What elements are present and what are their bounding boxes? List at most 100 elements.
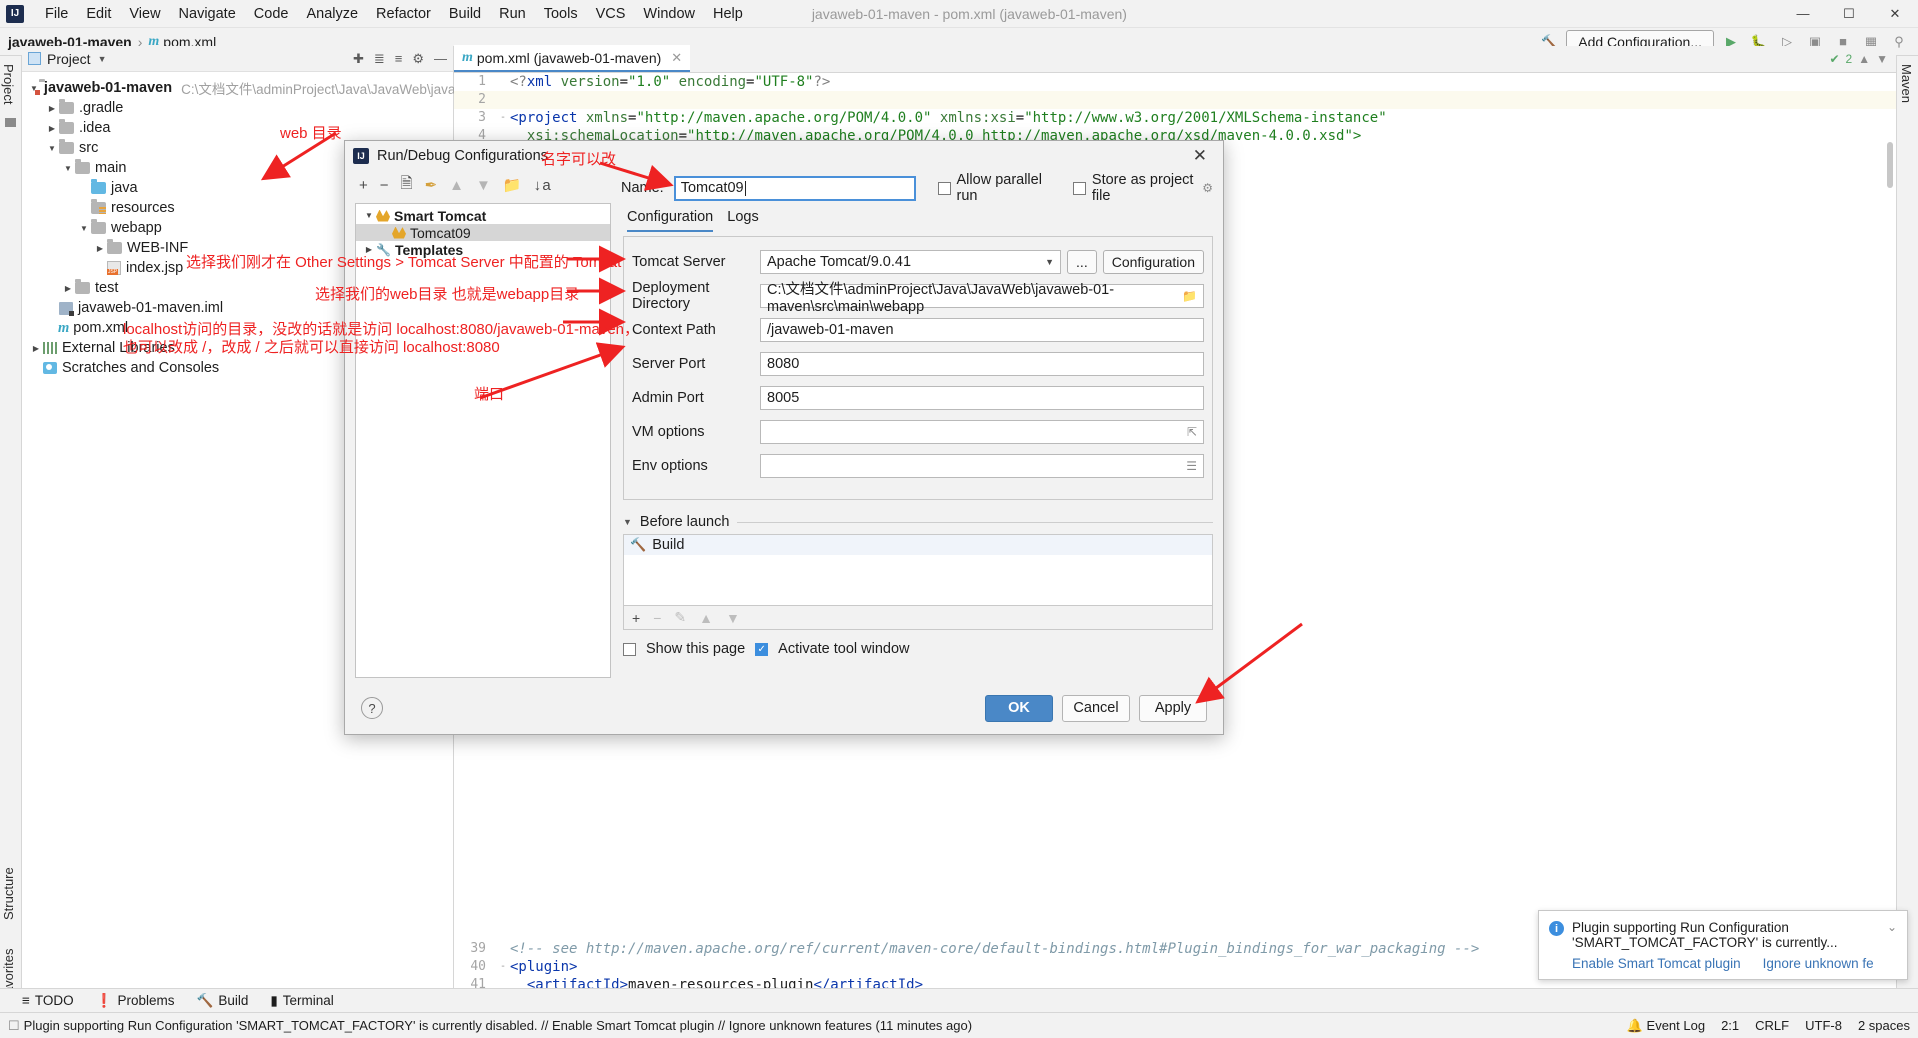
chevron-right-icon[interactable]: ▶ [62,284,74,293]
code-fold-icon[interactable] [496,73,510,91]
minimize-icon[interactable]: — [1780,0,1826,27]
settings-gear-icon[interactable]: ⚙ [412,51,424,67]
cancel-button[interactable]: Cancel [1062,694,1130,722]
browse-button-tomcat-server[interactable]: ... [1067,250,1097,274]
menu-refactor[interactable]: Refactor [367,4,440,24]
menu-build[interactable]: Build [440,4,490,24]
copy-icon[interactable]: 🗎 [401,173,413,198]
expand-icon[interactable]: ⇱ [1187,425,1197,439]
code-line[interactable]: 2 [454,91,1896,109]
expand-all-icon[interactable]: ≣ [374,51,385,67]
before-launch-item-build[interactable]: 🔨 Build [624,535,1212,555]
status-message[interactable]: Plugin supporting Run Configuration 'SMA… [24,1018,972,1033]
menu-file[interactable]: File [36,4,77,24]
menu-tools[interactable]: Tools [535,4,587,24]
toolwindow-terminal[interactable]: ▮ Terminal [270,993,333,1009]
caret-position[interactable]: 2:1 [1721,1018,1739,1033]
remove-icon[interactable]: − [653,610,661,626]
add-icon[interactable]: + [632,610,640,626]
add-icon[interactable]: + [359,177,368,194]
field-input-context-path[interactable]: /javaweb-01-maven [760,318,1204,342]
config-tree-node-tomcat09[interactable]: Tomcat09 [356,224,610,241]
indent-setting[interactable]: 2 spaces [1858,1018,1910,1033]
dialog-close-icon[interactable]: ✕ [1185,146,1215,166]
configuration-button[interactable]: Configuration [1102,250,1204,274]
field-input-server-port[interactable]: 8080 [760,352,1204,376]
field-input-tomcat-server[interactable]: Apache Tomcat/9.0.41 ▼ [760,250,1062,274]
tab-configuration[interactable]: Configuration [627,209,714,232]
toolwindow-build[interactable]: 🔨 Build [197,993,249,1009]
toolwindow-todo[interactable]: ≡ TODO [22,993,74,1008]
chevron-down-icon[interactable]: ▼ [623,517,632,527]
move-down-icon[interactable]: ▼ [476,177,491,194]
menu-edit[interactable]: Edit [77,4,120,24]
move-down-icon[interactable]: ▼ [726,610,740,626]
code-fold-icon[interactable]: - [496,958,510,976]
ignore-unknown-features-link[interactable]: Ignore unknown fe [1763,956,1874,971]
maximize-icon[interactable]: ☐ [1826,0,1872,27]
close-icon[interactable]: ✕ [1872,0,1918,27]
close-tab-icon[interactable]: ✕ [671,50,682,66]
move-up-icon[interactable]: ▲ [449,177,464,194]
event-log-button[interactable]: 🔔 Event Log [1627,1018,1705,1034]
inspection-widget[interactable]: ✔ 2 ▲ ▼ [1829,52,1888,66]
collapse-all-icon[interactable]: ≡ [395,51,403,66]
move-into-folder-icon[interactable]: 📁 [503,176,522,194]
code-fold-icon[interactable] [496,940,510,958]
rail-tab-maven[interactable]: Maven [1899,64,1914,103]
menu-window[interactable]: Window [634,4,704,24]
menu-view[interactable]: View [120,4,169,24]
tab-logs[interactable]: Logs [727,209,758,232]
file-encoding[interactable]: UTF-8 [1805,1018,1842,1033]
show-this-page-checkbox[interactable] [623,642,636,656]
rail-tab-structure[interactable]: Structure [1,867,16,920]
rail-tab-project[interactable]: Project [1,64,16,104]
chevron-down-icon[interactable]: ▼ [46,144,58,153]
chevron-down-icon[interactable]: ⌄ [1887,920,1897,950]
menu-navigate[interactable]: Navigate [170,4,245,24]
chevron-right-icon[interactable]: ▶ [30,344,42,353]
code-line[interactable]: 3- <project xmlns="http://maven.apache.or… [454,109,1896,127]
menu-vcs[interactable]: VCS [587,4,635,24]
field-input-env-options[interactable]: ☰ [760,454,1204,478]
remove-icon[interactable]: − [380,177,389,194]
apply-button[interactable]: Apply [1139,694,1207,722]
field-input-deployment-directory[interactable]: C:\文档文件\adminProject\Java\JavaWeb\javawe… [760,282,1204,315]
field-input-admin-port[interactable]: 8005 [760,386,1204,410]
line-separator[interactable]: CRLF [1755,1018,1789,1033]
move-up-icon[interactable]: ▲ [699,610,713,626]
store-as-project-file-checkbox[interactable]: Store as project file ⚙ [1072,172,1213,204]
tree-node-javaweb-01-maven[interactable]: ▼ javaweb-01-maven C:\文档文件\adminProject\Ja… [22,78,545,98]
chevron-down-icon[interactable]: ▼ [62,164,74,173]
allow-parallel-run-checkbox[interactable]: Allow parallel run [937,172,1051,204]
before-launch-header[interactable]: ▼ Before launch [623,514,1213,530]
name-input[interactable]: Tomcat09 [673,175,916,201]
configurations-tree[interactable]: ▼ Smart Tomcat Tomcat09 ▶ 🔧 Templates [355,203,611,678]
tree-node--idea[interactable]: ▶ .idea [22,118,453,138]
menu-analyze[interactable]: Analyze [297,4,367,24]
before-launch-list[interactable]: 🔨 Build [623,534,1213,606]
chevron-down-icon[interactable]: ▼ [78,224,90,233]
code-line[interactable]: 1 <?xml version="1.0" encoding="UTF-8"?> [454,73,1896,91]
locate-icon[interactable]: ✚ [353,51,364,67]
menu-help[interactable]: Help [704,4,752,24]
editor-tab-pom-xml[interactable]: m pom.xml (javaweb-01-maven) ✕ [454,45,691,72]
chevron-down-icon[interactable]: ▼ [1045,257,1054,267]
menu-run[interactable]: Run [490,4,535,24]
enable-smart-tomcat-plugin-link[interactable]: Enable Smart Tomcat plugin [1572,956,1741,971]
editor-scrollbar[interactable] [1887,142,1893,188]
chevron-right-icon[interactable]: ▶ [46,104,58,113]
chevron-right-icon[interactable]: ▶ [46,124,58,133]
help-button[interactable]: ? [361,697,383,719]
code-fold-icon[interactable] [496,91,510,109]
folder-icon[interactable]: 📁 [1182,289,1197,303]
code-viewport-top[interactable]: 1 <?xml version="1.0" encoding="UTF-8"?> 2… [454,73,1896,145]
chevron-down-icon[interactable]: ▼ [98,54,107,64]
hide-icon[interactable]: — [434,51,447,66]
tree-node--gradle[interactable]: ▶ .gradle [22,98,453,118]
edit-icon[interactable]: ✎ [674,609,686,626]
list-icon[interactable]: ☰ [1186,459,1197,473]
ok-button[interactable]: OK [985,694,1053,722]
configuration-tabs[interactable]: Configuration Logs [623,203,1213,232]
next-problem-icon[interactable]: ▼ [1876,52,1888,66]
